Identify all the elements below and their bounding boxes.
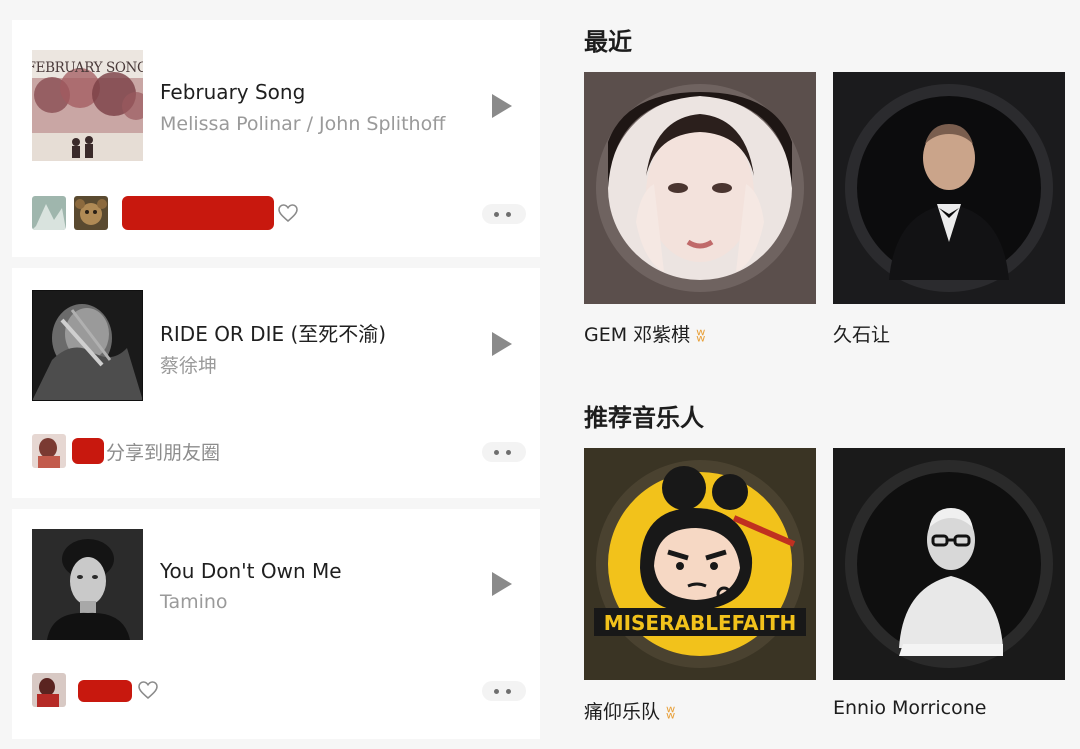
artist-avatar: [833, 448, 1065, 680]
more-dot-icon: [494, 450, 499, 455]
heart-icon[interactable]: [138, 681, 158, 699]
play-icon: [492, 572, 512, 596]
more-options-button[interactable]: [482, 204, 526, 224]
artist-name[interactable]: GEM 邓紫棋 ʬ: [584, 320, 705, 347]
artist-tile[interactable]: [584, 72, 816, 304]
verified-badge-icon: ʬ: [696, 325, 706, 346]
song-title[interactable]: RIDE OR DIE (至死不渝): [160, 318, 386, 347]
more-dot-icon: [506, 689, 511, 694]
section-title-recent: 最近: [584, 28, 632, 56]
artist-avatar: [584, 72, 816, 304]
album-cover[interactable]: FEBRUARY SONG: [32, 50, 143, 161]
redacted-username: [78, 680, 132, 702]
artist-name[interactable]: 久石让: [833, 320, 890, 347]
social-row: [32, 196, 526, 230]
song-artist[interactable]: Melissa Polinar / John Splithoff: [160, 113, 445, 135]
artist-name[interactable]: 痛仰乐队 ʬ: [584, 697, 675, 724]
play-icon: [492, 94, 512, 118]
more-dot-icon: [506, 212, 511, 217]
heart-icon[interactable]: [278, 204, 298, 222]
album-cover-title: FEBRUARY SONG: [32, 60, 143, 76]
song-card[interactable]: You Don't Own Me Tamino: [12, 509, 540, 739]
song-title[interactable]: You Don't Own Me: [160, 559, 342, 583]
more-options-button[interactable]: [482, 681, 526, 701]
redacted-username: [72, 438, 104, 464]
avatar[interactable]: [74, 196, 108, 230]
avatar[interactable]: [32, 434, 66, 468]
song-card[interactable]: FEBRUARY SONG February Song Melissa Poli…: [12, 20, 540, 257]
more-dot-icon: [494, 212, 499, 217]
more-dot-icon: [506, 450, 511, 455]
share-status-text: 分享到朋友圈: [106, 442, 221, 464]
artist-name-text: 痛仰乐队: [584, 701, 661, 723]
artist-tile[interactable]: [833, 448, 1065, 680]
artist-tile[interactable]: MISERABLEFAITH: [584, 448, 816, 680]
song-card[interactable]: RIDE OR DIE (至死不渝) 蔡徐坤 分享到朋友圈: [12, 268, 540, 498]
artist-avatar: [833, 72, 1065, 304]
more-options-button[interactable]: [482, 442, 526, 462]
avatar[interactable]: [32, 196, 66, 230]
song-title[interactable]: February Song: [160, 80, 305, 104]
section-title-recommended: 推荐音乐人: [584, 404, 704, 432]
social-row: 分享到朋友圈: [32, 434, 526, 468]
redacted-username: [122, 196, 274, 230]
album-cover[interactable]: [32, 290, 143, 401]
song-artist[interactable]: Tamino: [160, 591, 228, 613]
artist-avatar: MISERABLEFAITH: [584, 448, 816, 680]
avatar[interactable]: [32, 673, 66, 707]
more-dot-icon: [494, 689, 499, 694]
play-icon: [492, 332, 512, 356]
play-button[interactable]: [490, 571, 514, 597]
artist-tile[interactable]: [833, 72, 1065, 304]
social-row: [32, 673, 526, 707]
play-button[interactable]: [490, 331, 514, 357]
artist-name[interactable]: Ennio Morricone: [833, 697, 986, 719]
artist-art-text: MISERABLEFAITH: [604, 611, 797, 635]
song-artist[interactable]: 蔡徐坤: [160, 351, 217, 378]
play-button[interactable]: [490, 93, 514, 119]
album-cover[interactable]: [32, 529, 143, 640]
verified-badge-icon: ʬ: [666, 702, 676, 723]
artist-name-text: GEM 邓紫棋: [584, 324, 691, 346]
